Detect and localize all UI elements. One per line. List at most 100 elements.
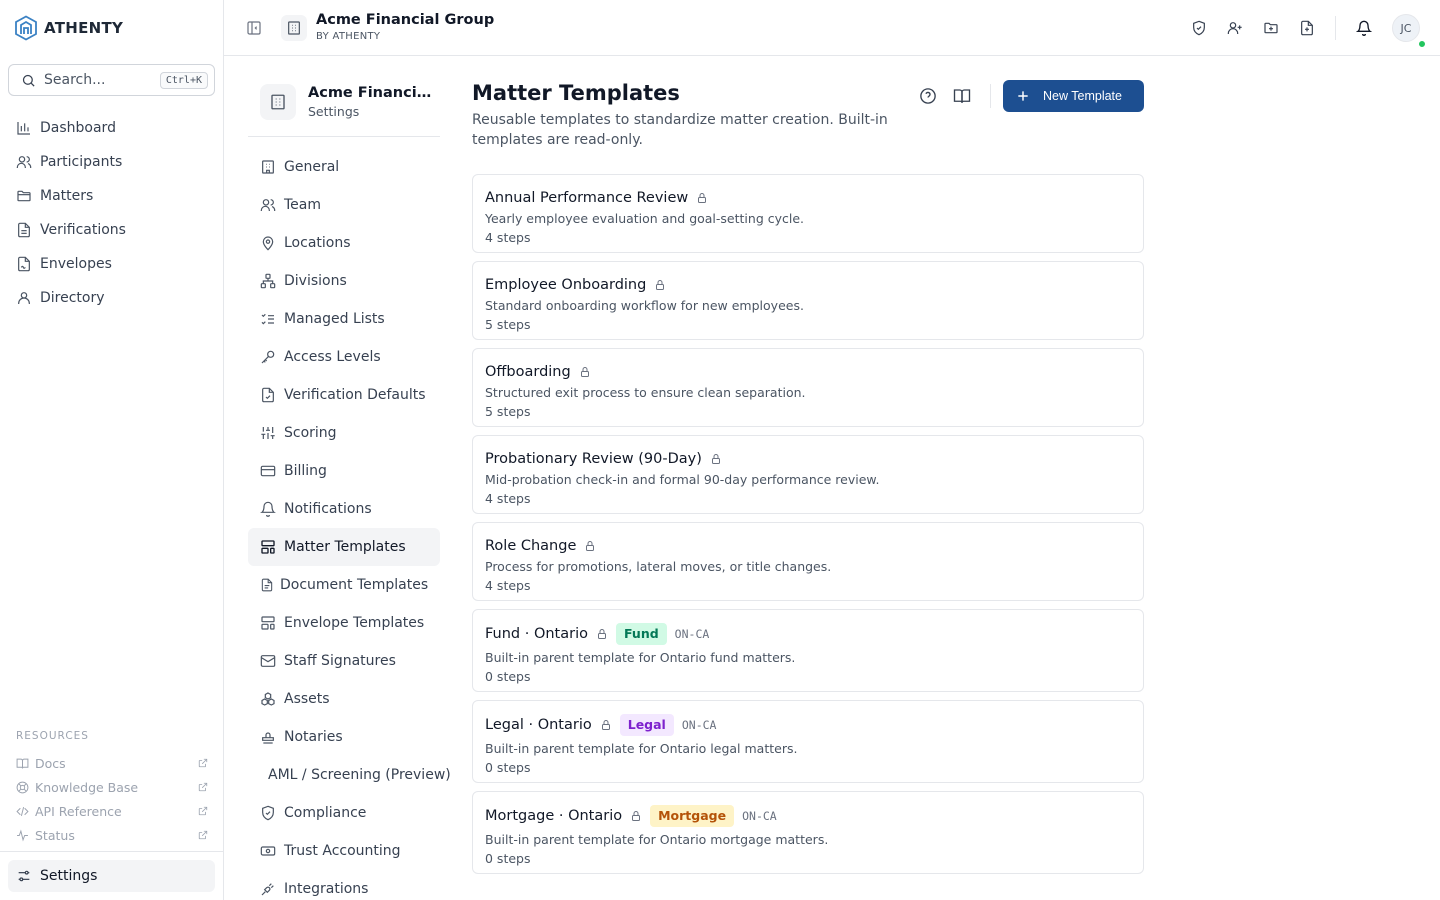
search-icon [22,74,35,87]
shield-icon [262,805,274,821]
folder-icon [17,190,31,202]
resource-api-reference[interactable]: API Reference [16,799,208,823]
logo[interactable]: ATHENTY [14,14,123,42]
settings-item-team[interactable]: Team [248,186,440,224]
network-icon [260,273,276,289]
lock-icon [601,720,610,730]
lock-icon [586,540,595,551]
settings-item-billing[interactable]: Billing [248,452,440,490]
settings-org-name: Acme Financial Group [308,85,433,101]
template-description: Yearly employee evaluation and goal-sett… [485,211,805,226]
code-icon [16,806,29,816]
page-title: Matter Templates [472,81,680,105]
settings-item-matter-templates[interactable]: Matter Templates [248,528,440,566]
settings-item-label: Billing [284,463,327,479]
nav-item-label: Dashboard [40,120,116,136]
resources-heading: RESOURCES [16,730,89,742]
nav-item-dashboard[interactable]: Dashboard [8,111,215,145]
settings-item-label: Integrations [284,881,369,897]
settings-item-label: Envelope Templates [284,615,425,631]
map-pin-icon [262,236,274,251]
settings-item-trust-accounting[interactable]: Trust Accounting [248,832,440,870]
settings-item-label: Divisions [284,273,347,289]
template-card[interactable]: Legal · Ontario Legal ON-CA Built-in par… [472,700,1144,783]
org-name[interactable]: Acme Financial Group [316,12,494,28]
new-template-label: New Template [1043,89,1122,103]
resource-label: Status [35,827,75,843]
settings-item-label: Compliance [284,805,367,821]
nav-item-label: Settings [40,868,98,884]
settings-item-label: Team [284,197,322,213]
building-icon [288,21,300,35]
external-link-icon [198,806,208,816]
toolbar-divider [990,84,991,108]
settings-nav: General Team Locations Divisions Managed… [248,148,451,900]
sliders-icon [261,427,275,439]
settings-item-integrations[interactable]: Integrations [248,870,440,900]
users-icon [16,156,32,168]
header-divider [1335,16,1336,40]
template-description: Built-in parent template for Ontario mor… [485,832,829,847]
resource-status[interactable]: Status [16,823,208,847]
settings-item-label: Document Templates [280,577,429,593]
template-card[interactable]: Fund · Ontario Fund ON-CA Built-in paren… [472,609,1144,692]
template-card[interactable]: Employee Onboarding Standard onboarding … [472,261,1144,340]
resource-docs[interactable]: Docs [16,751,208,775]
settings-item-notifications[interactable]: Notifications [248,490,440,528]
book-open-icon[interactable] [953,87,971,105]
nav-item-verifications[interactable]: Verifications [8,213,215,247]
settings-item-general[interactable]: General [248,148,440,186]
help-circle-icon[interactable] [919,87,937,105]
activity-icon [17,829,28,841]
settings-item-notaries[interactable]: Notaries [248,718,440,756]
search-input[interactable]: Search... Ctrl+K [8,64,215,96]
settings-item-divisions[interactable]: Divisions [248,262,440,300]
settings-item-access-levels[interactable]: Access Levels [248,338,440,376]
settings-item-label: General [284,159,340,175]
settings-item-verification-defaults[interactable]: Verification Defaults [248,376,440,414]
settings-item-document-templates[interactable]: Document Templates [248,566,440,604]
file-plus-icon[interactable] [1299,20,1315,36]
bell-icon[interactable] [1356,20,1372,36]
lock-icon [580,366,589,377]
nav-item-directory[interactable]: Directory [8,281,215,315]
settings-item-assets[interactable]: Assets [248,680,440,718]
template-card[interactable]: Offboarding Structured exit process to e… [472,348,1144,427]
template-card[interactable]: Mortgage · Ontario Mortgage ON-CA Built-… [472,791,1144,874]
settings-item-staff-signatures[interactable]: Staff Signatures [248,642,440,680]
template-card[interactable]: Probationary Review (90-Day) Mid-probati… [472,435,1144,514]
template-card[interactable]: Role Change Process for promotions, late… [472,522,1144,601]
settings-item-locations[interactable]: Locations [248,224,440,262]
settings-item-envelope-templates[interactable]: Envelope Templates [248,604,440,642]
top-header: Acme Financial Group BY ATHENTY JC [224,0,1440,56]
nav-item-envelopes[interactable]: Envelopes [8,247,215,281]
settings-item-scoring[interactable]: Scoring [248,414,440,452]
page-description: Reusable templates to standardize matter… [472,112,888,148]
folder-plus-icon[interactable] [1263,20,1279,36]
file-text-icon [18,222,30,238]
nav-item-label: Envelopes [40,256,112,272]
settings-item-compliance[interactable]: Compliance [248,794,440,832]
settings-item-aml-screening[interactable]: AML / Screening (Preview) [248,756,451,794]
settings-divider [248,136,440,137]
file-icon [261,578,273,592]
settings-item-label: Verification Defaults [284,387,426,403]
template-card[interactable]: Annual Performance Review Yearly employe… [472,174,1144,253]
new-template-button[interactable]: New Template [1003,80,1144,112]
template-steps: 4 steps [485,230,531,245]
settings-item-label: Locations [284,235,351,251]
settings-item-managed-lists[interactable]: Managed Lists [248,300,440,338]
nav-item-settings[interactable]: Settings [8,860,215,892]
sidebar-toggle-icon[interactable] [246,20,262,36]
shield-check-icon[interactable] [1191,20,1207,36]
nav-item-participants[interactable]: Participants [8,145,215,179]
settings-item-label: Notifications [284,501,372,517]
nav-item-matters[interactable]: Matters [8,179,215,213]
user-plus-icon[interactable] [1227,20,1243,36]
user-avatar[interactable]: JC [1392,14,1420,42]
settings-subtitle: Settings [308,104,360,119]
banknote-icon [260,846,276,856]
nav-item-label: Matters [40,188,94,204]
settings-item-label: Managed Lists [284,311,385,327]
resource-knowledge-base[interactable]: Knowledge Base [16,775,208,799]
